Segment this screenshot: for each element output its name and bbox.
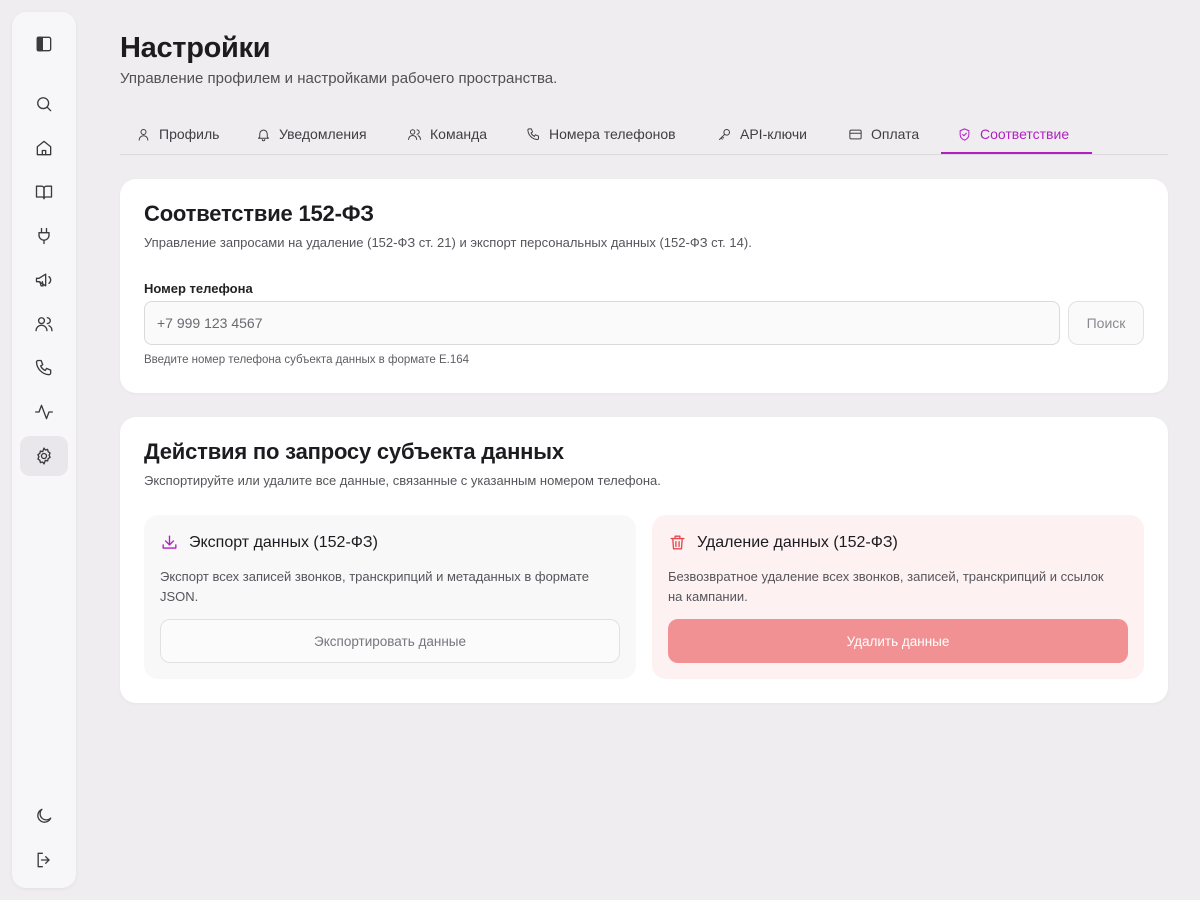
sidebar-item-integrations[interactable] bbox=[20, 216, 68, 256]
trash-icon bbox=[670, 535, 685, 550]
tab-compliance[interactable]: Соответствие bbox=[957, 114, 1069, 154]
page-title: Настройки bbox=[120, 32, 271, 64]
bell-icon bbox=[258, 129, 269, 141]
theme-toggle-button[interactable] bbox=[20, 796, 68, 836]
compliance-title: Соответствие 152-ФЗ bbox=[144, 201, 374, 226]
shield-icon bbox=[959, 127, 970, 141]
tab-label: Оплата bbox=[871, 126, 920, 142]
phone-icon bbox=[35, 359, 52, 376]
users-icon bbox=[35, 317, 53, 332]
sidebar-item-analytics[interactable] bbox=[20, 392, 68, 432]
logout-button[interactable] bbox=[20, 840, 68, 880]
export-panel-header: Экспорт данных (152-ФЗ) bbox=[160, 533, 378, 552]
data-subject-actions-card: Действия по запросу субъекта данных Эксп… bbox=[120, 417, 1168, 703]
sidebar-item-knowledge[interactable] bbox=[20, 172, 68, 212]
actions-description: Экспортируйте или удалите все данные, св… bbox=[144, 473, 661, 488]
tab-label: Профиль bbox=[159, 126, 220, 142]
download-icon bbox=[162, 535, 177, 549]
sidebar-toggle-button[interactable] bbox=[20, 24, 68, 64]
page-subtitle: Управление профилем и настройками рабоче… bbox=[120, 70, 558, 87]
sidebar-item-campaigns[interactable] bbox=[20, 260, 68, 300]
key-icon bbox=[719, 128, 730, 140]
tab-label: Номера телефонов bbox=[549, 126, 676, 142]
sidebar-item-contacts[interactable] bbox=[20, 304, 68, 344]
logout-icon bbox=[37, 852, 50, 868]
activity-icon bbox=[35, 404, 53, 420]
megaphone-icon bbox=[35, 273, 52, 287]
tab-label: Команда bbox=[430, 126, 488, 142]
sidebar-item-calls[interactable] bbox=[20, 348, 68, 388]
tab-profile[interactable]: Профиль bbox=[136, 114, 219, 154]
phone-field-label: Номер телефона bbox=[144, 281, 253, 296]
compliance-description: Управление запросами на удаление (152-ФЗ… bbox=[144, 235, 752, 250]
phone-input[interactable] bbox=[144, 301, 1060, 345]
book-icon bbox=[35, 185, 53, 200]
search-icon bbox=[37, 97, 52, 112]
delete-description: Безвозвратное удаление всех звонков, зап… bbox=[668, 569, 1104, 604]
settings-tabs: Профиль Уведомления Команда Номера телеф… bbox=[120, 114, 1168, 155]
delete-panel: Удаление данных (152-ФЗ) Безвозвратное у… bbox=[652, 515, 1144, 679]
phone-icon bbox=[527, 127, 539, 140]
plug-icon bbox=[38, 227, 50, 245]
user-icon bbox=[138, 128, 149, 141]
card-icon bbox=[849, 129, 862, 139]
phone-field-hint: Введите номер телефона субъекта данных в… bbox=[144, 354, 470, 366]
tab-notifications[interactable]: Уведомления bbox=[256, 114, 367, 154]
delete-title: Удаление данных (152-ФЗ) bbox=[697, 533, 898, 551]
tab-label: API-ключи bbox=[740, 126, 807, 142]
search-button[interactable]: Поиск bbox=[1068, 301, 1144, 345]
panel-toggle-icon bbox=[36, 36, 52, 52]
tab-billing[interactable]: Оплата bbox=[848, 114, 919, 154]
active-tab-indicator bbox=[941, 152, 1092, 154]
tab-team[interactable]: Команда bbox=[407, 114, 487, 154]
sidebar-item-search[interactable] bbox=[20, 84, 68, 124]
sidebar-item-home[interactable] bbox=[20, 128, 68, 168]
moon-icon bbox=[37, 808, 52, 823]
sidebar bbox=[12, 12, 76, 888]
tab-label: Соответствие bbox=[980, 126, 1070, 142]
export-data-button[interactable]: Экспортировать данные bbox=[160, 619, 620, 663]
compliance-card: Соответствие 152-ФЗ Управление запросами… bbox=[120, 179, 1168, 393]
delete-panel-header: Удаление данных (152-ФЗ) bbox=[668, 533, 898, 552]
gear-icon bbox=[37, 447, 51, 465]
home-icon bbox=[36, 140, 52, 156]
delete-data-button[interactable]: Удалить данные bbox=[668, 619, 1128, 663]
sidebar-item-settings[interactable] bbox=[20, 436, 68, 476]
tab-label: Уведомления bbox=[279, 126, 367, 142]
export-panel: Экспорт данных (152-ФЗ) Экспорт всех зап… bbox=[144, 515, 636, 679]
export-title: Экспорт данных (152-ФЗ) bbox=[189, 533, 378, 551]
users-icon bbox=[408, 128, 421, 140]
tab-api-keys[interactable]: API-ключи bbox=[717, 114, 807, 154]
actions-title: Действия по запросу субъекта данных bbox=[144, 439, 564, 464]
tab-phone-numbers[interactable]: Номера телефонов bbox=[526, 114, 676, 154]
export-description: Экспорт всех записей звонков, транскрипц… bbox=[160, 569, 589, 604]
